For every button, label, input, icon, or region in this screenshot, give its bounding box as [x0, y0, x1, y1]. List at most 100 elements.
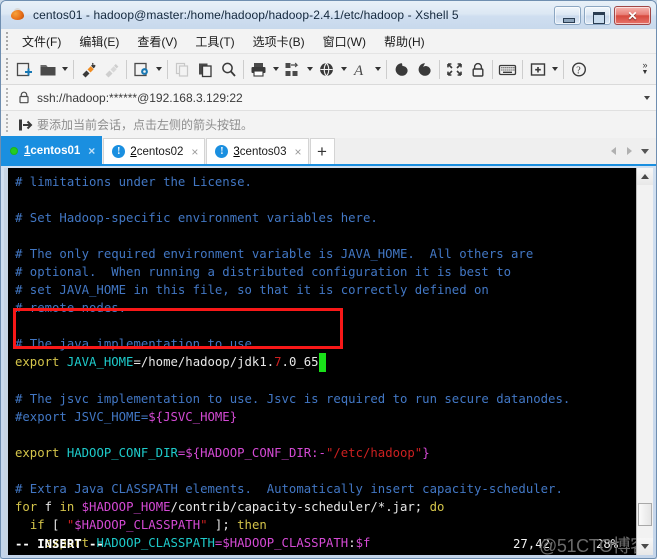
font-dropdown[interactable]: [372, 57, 383, 82]
minimize-button[interactable]: [554, 5, 581, 25]
tab-label: centos02: [136, 145, 184, 158]
scroll-thumb[interactable]: [638, 503, 652, 526]
maximize-button[interactable]: [584, 5, 611, 25]
toolbar-grip[interactable]: [1, 54, 13, 84]
toolbar-divider: [492, 59, 493, 79]
add-icon[interactable]: [526, 57, 549, 82]
close-icon[interactable]: ×: [191, 146, 198, 158]
menu-edit[interactable]: 编辑(E): [70, 30, 128, 53]
address-bar: ssh://hadoop:******@192.168.3.129:22: [1, 85, 656, 111]
terminal-cursor: [318, 353, 326, 372]
next-tab-icon[interactable]: [622, 141, 636, 161]
lock-icon[interactable]: [466, 57, 489, 82]
prev-tab-icon[interactable]: [606, 141, 620, 161]
notice-bar-grip[interactable]: [1, 111, 13, 138]
close-icon[interactable]: ×: [88, 145, 95, 157]
globe-icon[interactable]: [315, 57, 338, 82]
menu-grip[interactable]: [1, 29, 13, 53]
scroll-down-icon[interactable]: [637, 538, 653, 555]
vim-cursor-position: 27,42: [513, 536, 551, 551]
add-to-favorites-icon[interactable]: [13, 118, 37, 132]
lock-icon: [13, 91, 35, 104]
title-bar: centos01 - hadoop@master:/home/hadoop/ha…: [1, 1, 656, 29]
terminal-lines: # limitations under the License. # Set H…: [15, 173, 636, 555]
close-icon[interactable]: ×: [294, 146, 301, 158]
toolbar-divider: [126, 59, 127, 79]
xshell-icon: [10, 7, 26, 23]
toolbar-overflow-button[interactable]: » ▼: [638, 57, 652, 82]
find-icon[interactable]: [217, 57, 240, 82]
terminal-line: # limitations under the License.: [15, 175, 252, 189]
terminal-line: # set JAVA_HOME in this file, so that it…: [15, 283, 489, 298]
menu-help[interactable]: 帮助(H): [375, 30, 434, 53]
open-folder-dropdown[interactable]: [59, 57, 70, 82]
highlight-icon[interactable]: [413, 57, 436, 82]
toolbar-divider: [439, 59, 440, 79]
terminal-line: for f in $HADOOP_HOME/contrib/capacity-s…: [15, 499, 445, 514]
help-icon[interactable]: ?: [567, 57, 590, 82]
copy-icon[interactable]: [171, 57, 194, 82]
keyboard-icon[interactable]: [496, 57, 519, 82]
tab-label: centos03: [239, 145, 287, 158]
close-button[interactable]: ✕: [614, 5, 651, 25]
properties-dropdown[interactable]: [153, 57, 164, 82]
tab-list-icon[interactable]: [638, 141, 652, 161]
connected-status-icon: [10, 146, 18, 155]
menu-view[interactable]: 查看(V): [128, 30, 186, 53]
print-dropdown[interactable]: [270, 57, 281, 82]
connect-icon[interactable]: [77, 57, 100, 82]
globe-dropdown[interactable]: [338, 57, 349, 82]
file-transfer-dropdown[interactable]: [304, 57, 315, 82]
toolbar-divider: [243, 59, 244, 79]
terminal-line: # remote nodes.: [15, 301, 127, 316]
open-folder-icon[interactable]: [36, 57, 59, 82]
paste-icon[interactable]: [194, 57, 217, 82]
tab-centos01[interactable]: 1 centos01 ×: [1, 136, 103, 164]
tab-label: centos01: [30, 144, 81, 157]
terminal-line: #export JSVC_HOME=${JSVC_HOME}: [15, 409, 238, 424]
close-icon: ✕: [627, 8, 638, 23]
address-bar-grip[interactable]: [1, 85, 13, 110]
disconnect-icon[interactable]: [100, 57, 123, 82]
terminal-scrollbar[interactable]: [636, 168, 653, 555]
address-input[interactable]: ssh://hadoop:******@192.168.3.129:22: [35, 91, 638, 105]
chevron-down-icon[interactable]: [638, 85, 656, 111]
new-tab-button[interactable]: +: [309, 138, 335, 164]
menu-file[interactable]: 文件(F): [13, 30, 70, 53]
scroll-up-icon[interactable]: [637, 168, 653, 185]
vim-scroll-percent: 28%: [596, 536, 619, 551]
menu-tools[interactable]: 工具(T): [186, 30, 243, 53]
fullscreen-icon[interactable]: [443, 57, 466, 82]
window-title: centos01 - hadoop@master:/home/hadoop/ha…: [33, 8, 459, 22]
terminal-line: # The java implementation to use.: [15, 337, 260, 352]
menu-window[interactable]: 窗口(W): [314, 30, 375, 53]
log-icon[interactable]: [390, 57, 413, 82]
print-icon[interactable]: [247, 57, 270, 82]
terminal-line: if [ "$HADOOP_CLASSPATH" ]; then: [29, 517, 267, 532]
add-dropdown[interactable]: [549, 57, 560, 82]
terminal-line: export JAVA_HOME=/home/hadoop/jdk1.7.0_6…: [15, 353, 636, 372]
notice-bar: 要添加当前会话，点击左侧的箭头按钮。: [1, 111, 656, 138]
file-transfer-icon[interactable]: [281, 57, 304, 82]
scrollbar-track[interactable]: [637, 185, 653, 538]
terminal-screen[interactable]: # limitations under the License. # Set H…: [8, 168, 636, 555]
terminal-area: # limitations under the License. # Set H…: [4, 168, 653, 555]
warning-icon: !: [112, 145, 126, 158]
properties-gear-icon[interactable]: [130, 57, 153, 82]
toolbar-divider: [563, 59, 564, 79]
toolbar-divider: [522, 59, 523, 79]
font-icon[interactable]: A: [349, 57, 372, 82]
svg-text:?: ?: [576, 65, 581, 76]
tab-centos02[interactable]: ! 2 centos02 ×: [103, 138, 206, 164]
toolbar-divider: [167, 59, 168, 79]
menu-tabs[interactable]: 选项卡(B): [244, 30, 314, 53]
tab-centos03[interactable]: ! 3 centos03 ×: [206, 138, 309, 164]
svg-text:A: A: [353, 63, 364, 78]
new-session-icon[interactable]: [13, 57, 36, 82]
notice-text: 要添加当前会话，点击左侧的箭头按钮。: [37, 118, 254, 132]
tab-navigation: [606, 138, 652, 164]
terminal-line: export HADOOP_CONF_DIR=${HADOOP_CONF_DIR…: [15, 445, 430, 460]
